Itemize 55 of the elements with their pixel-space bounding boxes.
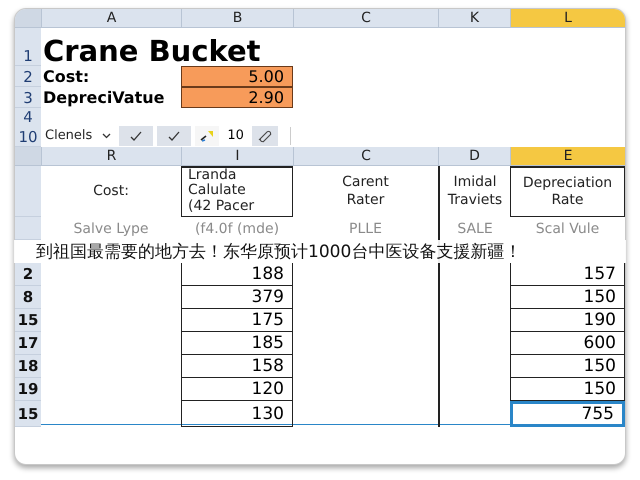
table-cell[interactable]: 379	[181, 286, 293, 309]
subheader-cell-text: Salve Lype	[72, 220, 150, 238]
column-header[interactable]: I	[181, 147, 293, 165]
column-header[interactable]: L	[510, 9, 625, 27]
table-cell[interactable]: 175	[181, 309, 293, 332]
table-cell[interactable]: 150	[510, 286, 625, 309]
table-cell[interactable]: 600	[510, 332, 625, 355]
caption-banner: 到祖国最需要的地方去！东华原预计1000台中医设备支援新疆！	[14, 240, 626, 263]
row-header[interactable]: 18	[15, 355, 41, 378]
column-header[interactable]: C	[293, 147, 438, 165]
header-cell: Lranda Calulate (42 Pacer	[181, 166, 293, 217]
subheader-cell-text: (f4.0f (mde)	[194, 220, 280, 238]
link-button[interactable]	[252, 126, 278, 146]
table-cell[interactable]: 158	[181, 355, 293, 378]
row-header[interactable]: 2	[15, 263, 41, 286]
table-cell[interactable]: 120	[181, 378, 293, 401]
table-cell[interactable]: 130	[181, 401, 293, 427]
table-cell[interactable]: 190	[510, 309, 625, 332]
check-icon	[130, 130, 142, 140]
column-header[interactable]: B	[181, 9, 293, 27]
header-cell: Depreciation Rate	[510, 166, 625, 217]
row-header[interactable]: 8	[15, 286, 41, 309]
header-cell-text: Cost:	[92, 182, 130, 201]
subheader-cell-text: Scal Vule	[534, 220, 600, 238]
dropdown[interactable]: Clenels	[41, 128, 116, 143]
link-icon	[256, 128, 273, 142]
row-header[interactable]: 15	[15, 401, 41, 427]
table-cell[interactable]: 150	[510, 378, 625, 401]
count-label: 10	[226, 128, 245, 143]
header-cell-text: Carent Rater	[341, 173, 390, 210]
subheader-cell-text: PLLE	[348, 220, 383, 238]
row-header[interactable]: 10	[15, 124, 41, 147]
column-header[interactable]: E	[510, 147, 625, 165]
row-header[interactable]: 1	[15, 28, 41, 66]
column-header[interactable]: C	[293, 9, 438, 27]
sheet-title: Crane Bucket	[42, 37, 262, 66]
field-label: DepreciVatue	[42, 88, 166, 107]
value-cell[interactable]: 2.90	[181, 87, 293, 108]
header-cell: Imidal Traviets	[438, 166, 510, 217]
value-cell[interactable]: 5.00	[181, 66, 293, 87]
check-icon	[168, 130, 180, 140]
caret-icon	[102, 132, 112, 138]
field-label: Cost:	[42, 67, 90, 86]
row-header[interactable]: 19	[15, 378, 41, 401]
table-cell[interactable]: 755	[510, 401, 625, 427]
column-header[interactable]: A	[41, 9, 181, 27]
row-header[interactable]: 17	[15, 332, 41, 355]
check-button[interactable]	[157, 126, 192, 146]
row-header[interactable]: 15	[15, 309, 41, 332]
check-button[interactable]	[119, 126, 154, 146]
table-cell[interactable]: 185	[181, 332, 293, 355]
column-header[interactable]: R	[41, 147, 181, 165]
row-header[interactable]: 3	[15, 87, 41, 108]
table-cell[interactable]: 150	[510, 355, 625, 378]
row-header[interactable]: 2	[15, 66, 41, 87]
